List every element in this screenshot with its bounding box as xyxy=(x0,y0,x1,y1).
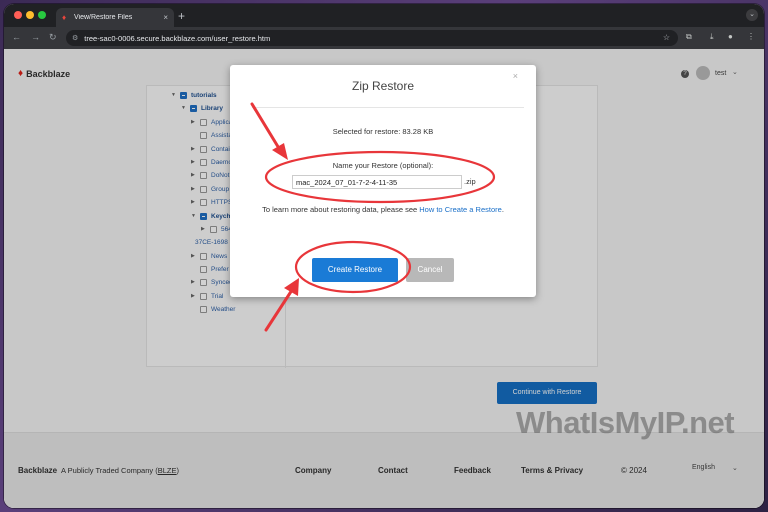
tab-close-icon[interactable]: × xyxy=(163,13,168,22)
modal-title: Zip Restore xyxy=(351,79,415,93)
more-menu-icon[interactable]: ⋮ xyxy=(747,32,755,41)
backblaze-favicon-icon: ♦ xyxy=(62,13,67,22)
zip-suffix: .zip xyxy=(464,177,476,186)
back-arrow-icon[interactable]: ← xyxy=(12,32,21,42)
url-text: tree-sac0-0006.secure.backblaze.com/user… xyxy=(84,33,271,43)
extensions-icon[interactable]: ⧉ xyxy=(686,32,692,42)
cancel-button[interactable]: Cancel xyxy=(406,258,454,282)
minimize-window-button[interactable] xyxy=(26,11,34,19)
learn-more-text: To learn more about restoring data, plea… xyxy=(230,205,536,214)
address-bar[interactable]: ⚙ tree-sac0-0006.secure.backblaze.com/us… xyxy=(66,30,678,46)
restore-name-label: Name your Restore (optional): xyxy=(332,161,434,170)
create-restore-button[interactable]: Create Restore xyxy=(312,258,398,282)
maximize-window-button[interactable] xyxy=(38,11,46,19)
tab-title: View/Restore Files xyxy=(74,14,133,21)
learn-more-suffix: . xyxy=(501,205,504,214)
forward-arrow-icon[interactable]: → xyxy=(31,32,40,42)
tab-strip: ♦ View/Restore Files × + ⌄ xyxy=(4,4,764,27)
how-to-create-restore-link[interactable]: How to Create a Restore xyxy=(419,205,502,214)
tab-search-icon[interactable]: ⌄ xyxy=(746,9,758,21)
restore-name-input[interactable] xyxy=(292,175,462,189)
bookmark-star-icon[interactable]: ☆ xyxy=(663,33,670,42)
close-window-button[interactable] xyxy=(14,11,22,19)
zip-restore-modal: Zip Restore × Selected for restore: 83.2… xyxy=(230,65,536,297)
download-icon[interactable]: ⤓ xyxy=(710,32,714,42)
close-icon[interactable]: × xyxy=(513,71,518,81)
site-settings-icon[interactable]: ⚙ xyxy=(72,34,78,42)
tab-view-restore-files[interactable]: ♦ View/Restore Files × xyxy=(56,8,174,27)
reload-icon[interactable]: ↻ xyxy=(49,32,57,43)
watermark-text: WhatIsMyIP.net xyxy=(516,405,735,440)
new-tab-button[interactable]: + xyxy=(178,9,185,23)
profile-icon[interactable]: ● xyxy=(728,32,733,41)
browser-toolbar: ← → ↻ ⚙ tree-sac0-0006.secure.backblaze.… xyxy=(4,27,764,49)
learn-more-prefix: To learn more about restoring data, plea… xyxy=(262,205,420,214)
selected-size-text: Selected for restore: 83.28 KB xyxy=(332,127,434,136)
modal-divider xyxy=(252,107,524,108)
